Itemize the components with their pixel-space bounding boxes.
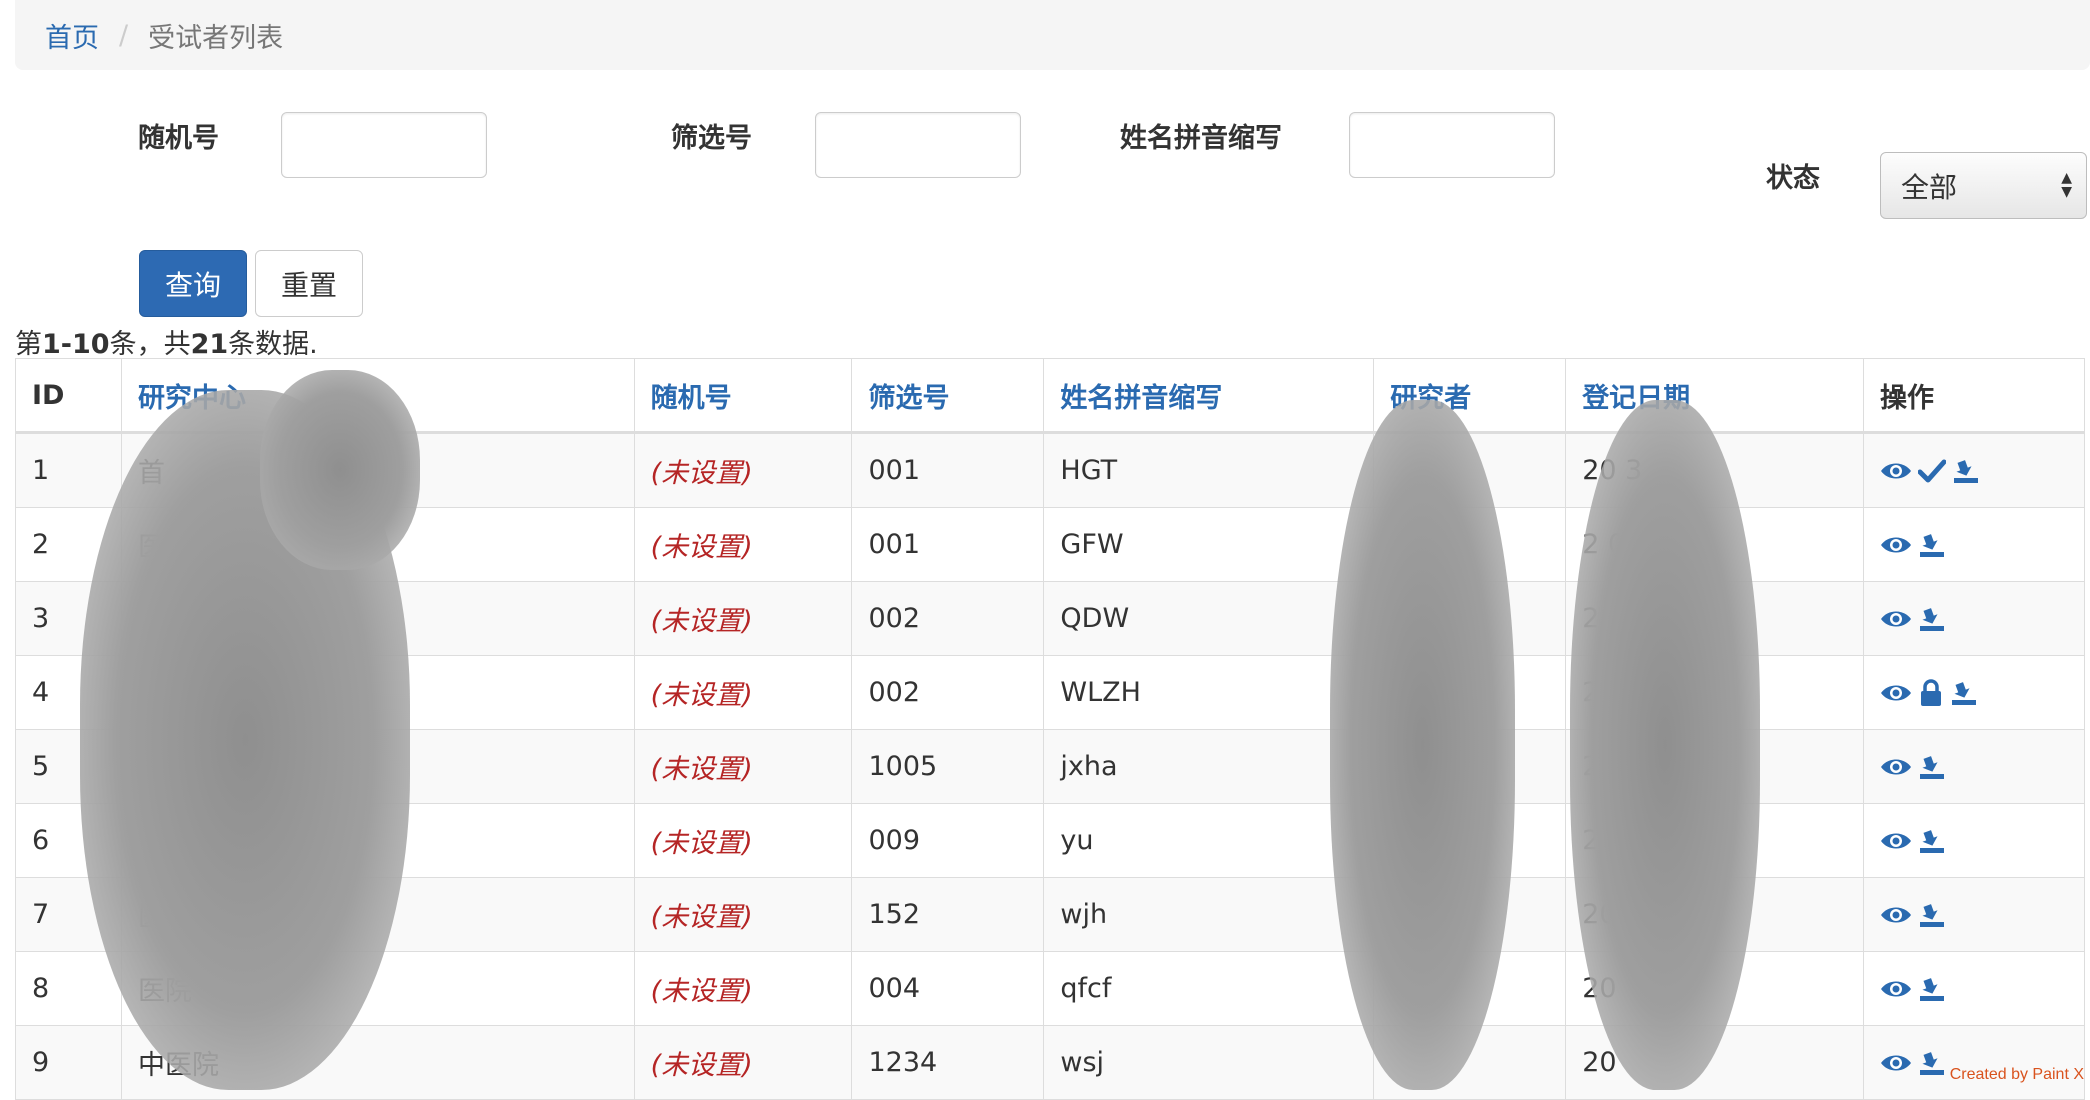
cell-name-abbr: GFW bbox=[1043, 507, 1375, 582]
privacy-blur-reg-date bbox=[1570, 400, 1760, 1090]
cell-actions bbox=[1863, 877, 2085, 952]
cell-name-abbr: qfcf bbox=[1043, 951, 1375, 1026]
cell-actions bbox=[1863, 729, 2085, 804]
cell-random-no: (未设置) bbox=[633, 655, 853, 730]
cell-screen-no: 152 bbox=[851, 877, 1045, 952]
name-abbr-input[interactable] bbox=[1349, 112, 1555, 178]
eye-icon[interactable] bbox=[1880, 903, 1912, 927]
cell-name-abbr: HGT bbox=[1043, 432, 1375, 508]
cell-name-abbr: jxha bbox=[1043, 729, 1375, 804]
cell-screen-no: 1234 bbox=[851, 1025, 1045, 1100]
breadcrumb: 首页 / 受试者列表 bbox=[15, 0, 2090, 70]
eye-icon[interactable] bbox=[1880, 755, 1912, 779]
export-icon[interactable] bbox=[1918, 901, 1946, 929]
cell-screen-no: 1005 bbox=[851, 729, 1045, 804]
lock-icon[interactable] bbox=[1918, 678, 1944, 707]
random-no-input[interactable] bbox=[281, 112, 487, 178]
watermark-text: Created by Paint X bbox=[1949, 1066, 2084, 1083]
export-icon[interactable] bbox=[1950, 679, 1978, 707]
cell-id: 9 bbox=[15, 1025, 122, 1100]
status-select[interactable]: 全部 ▲ ▼ bbox=[1880, 152, 2087, 219]
summary-total: 21 bbox=[190, 329, 229, 360]
export-icon[interactable] bbox=[1918, 827, 1946, 855]
export-icon[interactable] bbox=[1918, 975, 1946, 1003]
cell-name-abbr: wsj bbox=[1043, 1025, 1375, 1100]
random-no-label: 随机号 bbox=[138, 123, 219, 154]
breadcrumb-home-link[interactable]: 首页 bbox=[45, 16, 99, 55]
cell-name-abbr: WLZH bbox=[1043, 655, 1375, 730]
eye-icon[interactable] bbox=[1880, 459, 1912, 483]
status-select-value: 全部 bbox=[1901, 170, 1958, 204]
cell-id: 8 bbox=[15, 951, 122, 1026]
col-header-name-abbr[interactable]: 姓名拼音缩写 bbox=[1060, 383, 1222, 414]
col-header-screen-no[interactable]: 筛选号 bbox=[868, 383, 949, 414]
cell-random-no: (未设置) bbox=[633, 432, 853, 508]
col-header-id: ID bbox=[15, 358, 122, 434]
cell-name-abbr: wjh bbox=[1043, 877, 1375, 952]
export-icon[interactable] bbox=[1918, 1049, 1946, 1077]
eye-icon[interactable] bbox=[1880, 1051, 1912, 1075]
cell-screen-no: 004 bbox=[851, 951, 1045, 1026]
cell-screen-no: 002 bbox=[851, 655, 1045, 730]
reset-button[interactable]: 重置 bbox=[255, 250, 363, 317]
cell-random-no: (未设置) bbox=[633, 1025, 853, 1100]
eye-icon[interactable] bbox=[1880, 533, 1912, 557]
privacy-blur-researcher bbox=[1330, 400, 1515, 1090]
cell-name-abbr: yu bbox=[1043, 803, 1375, 878]
cell-random-no: (未设置) bbox=[633, 581, 853, 656]
cell-id: 1 bbox=[15, 432, 122, 508]
breadcrumb-current: 受试者列表 bbox=[148, 22, 284, 54]
status-label: 状态 bbox=[1766, 163, 1820, 194]
select-arrows-icon: ▲ ▼ bbox=[2061, 170, 2072, 200]
check-icon[interactable] bbox=[1918, 459, 1947, 483]
cell-actions bbox=[1863, 581, 2085, 656]
cell-actions bbox=[1863, 655, 2085, 730]
eye-icon[interactable] bbox=[1880, 681, 1912, 705]
result-summary: 第1-10条，共21条数据. bbox=[15, 329, 318, 360]
cell-screen-no: 001 bbox=[851, 432, 1045, 508]
cell-actions bbox=[1863, 803, 2085, 878]
cell-random-no: (未设置) bbox=[633, 803, 853, 878]
export-icon[interactable] bbox=[1952, 457, 1980, 485]
name-abbr-label: 姓名拼音缩写 bbox=[1120, 123, 1282, 154]
export-icon[interactable] bbox=[1918, 753, 1946, 781]
cell-screen-no: 002 bbox=[851, 581, 1045, 656]
export-icon[interactable] bbox=[1918, 531, 1946, 559]
cell-actions bbox=[1863, 432, 2085, 508]
cell-random-no: (未设置) bbox=[633, 951, 853, 1026]
cell-actions bbox=[1863, 1025, 2085, 1100]
cell-random-no: (未设置) bbox=[633, 729, 853, 804]
screen-no-label: 筛选号 bbox=[671, 123, 752, 154]
col-header-actions: 操作 bbox=[1863, 358, 2085, 434]
cell-name-abbr: QDW bbox=[1043, 581, 1375, 656]
col-header-random-no[interactable]: 随机号 bbox=[651, 383, 732, 414]
cell-screen-no: 009 bbox=[851, 803, 1045, 878]
breadcrumb-separator: / bbox=[119, 19, 129, 51]
cell-random-no: (未设置) bbox=[633, 507, 853, 582]
eye-icon[interactable] bbox=[1880, 977, 1912, 1001]
cell-random-no: (未设置) bbox=[633, 877, 853, 952]
privacy-blur-center-top bbox=[260, 370, 420, 570]
screen-no-input[interactable] bbox=[815, 112, 1021, 178]
eye-icon[interactable] bbox=[1880, 829, 1912, 853]
export-icon[interactable] bbox=[1918, 605, 1946, 633]
cell-actions bbox=[1863, 507, 2085, 582]
query-button[interactable]: 查询 bbox=[139, 250, 247, 317]
cell-actions bbox=[1863, 951, 2085, 1026]
cell-screen-no: 001 bbox=[851, 507, 1045, 582]
summary-range: 1-10 bbox=[42, 329, 110, 360]
eye-icon[interactable] bbox=[1880, 607, 1912, 631]
